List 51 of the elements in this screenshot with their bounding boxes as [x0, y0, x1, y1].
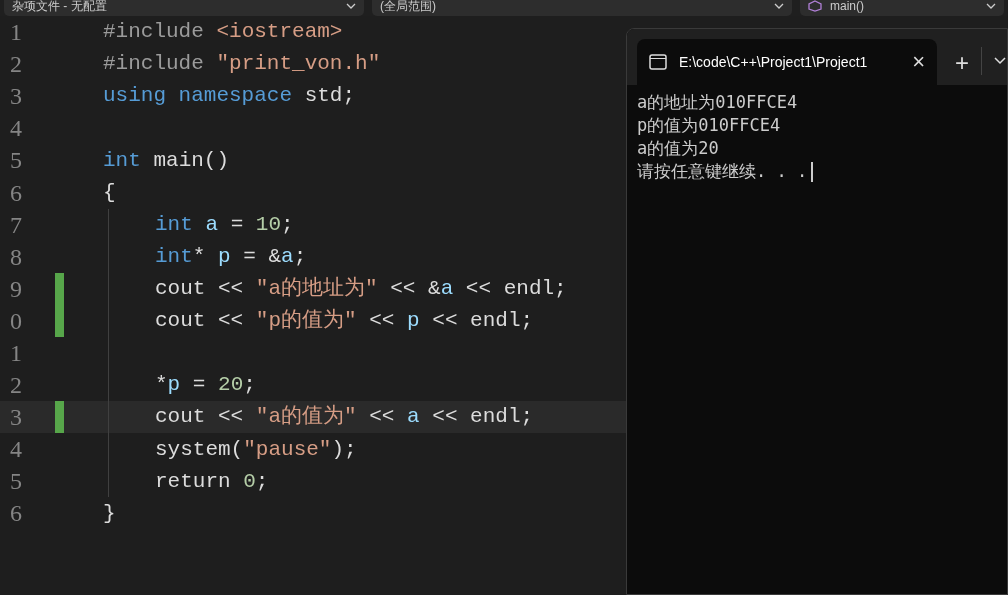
line-number: 4 [9, 435, 22, 465]
code-line: cout << "a的地址为" << &a << endl; [155, 275, 567, 303]
line-number: 3 [9, 403, 22, 433]
line-number: 4 [9, 114, 22, 144]
caret-icon [346, 3, 356, 9]
line-number: 6 [9, 499, 22, 529]
code-line: *p = 20; [155, 372, 256, 399]
line-number: 9 [9, 274, 22, 304]
dropdown[interactable]: 杂项文件 - 无配置 [4, 0, 364, 16]
output-line: 请按任意键继续. . . [637, 161, 808, 181]
line-number: 5 [9, 146, 22, 176]
code-line: int main() [103, 147, 230, 174]
terminal-tab[interactable]: E:\code\C++\Project1\Project1 × [637, 39, 937, 85]
code-line: cout << "a的值为" << a << endl; [155, 403, 534, 431]
code-line: #include "print_von.h" [103, 51, 381, 78]
line-number: 3 [9, 82, 22, 112]
dropdown-label: main() [830, 0, 865, 15]
line-number: 1 [9, 18, 22, 48]
dropdown[interactable]: main() [800, 0, 1004, 16]
output-line: p的值为010FFCE4 [637, 115, 781, 135]
new-tab-button[interactable]: + [955, 51, 969, 75]
dropdown-label: 杂项文件 - 无配置 [12, 0, 108, 15]
code-line: int a = 10; [155, 211, 294, 238]
tab-title: E:\code\C++\Project1\Project1 [679, 52, 868, 72]
code-line: } [103, 500, 116, 527]
code-line: int* p = &a; [155, 243, 307, 270]
dropdown-label: (全局范围) [380, 0, 437, 15]
dropdown[interactable]: (全局范围) [372, 0, 792, 16]
code-line: #include <iostream> [103, 19, 343, 46]
output-line: a的地址为010FFCE4 [637, 92, 798, 112]
code-line: return 0; [155, 468, 269, 495]
line-number: 5 [9, 467, 22, 497]
line-number: 6 [9, 178, 22, 208]
chevron-down-icon[interactable] [994, 57, 1006, 65]
code-line: cout << "p的值为" << p << endl; [155, 307, 534, 335]
line-number: 0 [9, 306, 22, 336]
line-number: 8 [9, 242, 22, 272]
code-line: { [103, 179, 116, 206]
output-line: a的值为20 [637, 138, 719, 158]
line-number: 7 [9, 210, 22, 240]
console-icon [649, 54, 667, 70]
code-line: system("pause"); [155, 436, 357, 463]
code-line: using namespace std; [103, 83, 356, 110]
cube-icon [808, 0, 822, 12]
caret-icon [986, 3, 996, 9]
close-tab-button[interactable]: × [912, 51, 925, 73]
line-number: 2 [9, 50, 22, 80]
caret-icon [774, 3, 784, 9]
line-number: 1 [9, 339, 22, 368]
line-number: 2 [9, 371, 22, 401]
text-cursor [811, 162, 814, 182]
